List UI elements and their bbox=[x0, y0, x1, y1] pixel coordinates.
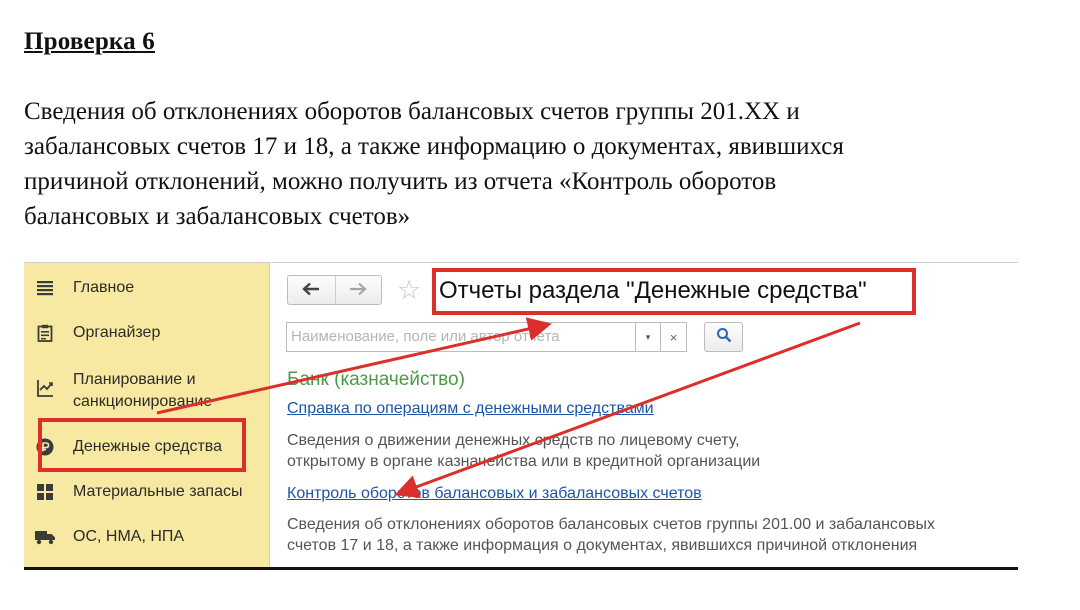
arrow-to-report bbox=[394, 321, 861, 499]
app-screenshot: Главное Органайзер Планирование и санкци… bbox=[24, 262, 1018, 570]
document-paragraph: Сведения об отклонениях оборотов балансо… bbox=[24, 94, 1034, 234]
document-title: Проверка 6 bbox=[24, 28, 156, 55]
paragraph-line: причиной отклонений, можно получить из о… bbox=[24, 168, 777, 195]
annotation-arrows bbox=[156, 317, 861, 499]
paragraph-line: Сведения об отклонениях оборотов балансо… bbox=[24, 98, 800, 125]
paragraph-line: забалансовых счетов 17 и 18, а также инф… bbox=[24, 133, 844, 160]
paragraph-line: балансовых и забалансовых счетов» bbox=[24, 203, 411, 230]
arrow-to-title bbox=[156, 317, 552, 415]
